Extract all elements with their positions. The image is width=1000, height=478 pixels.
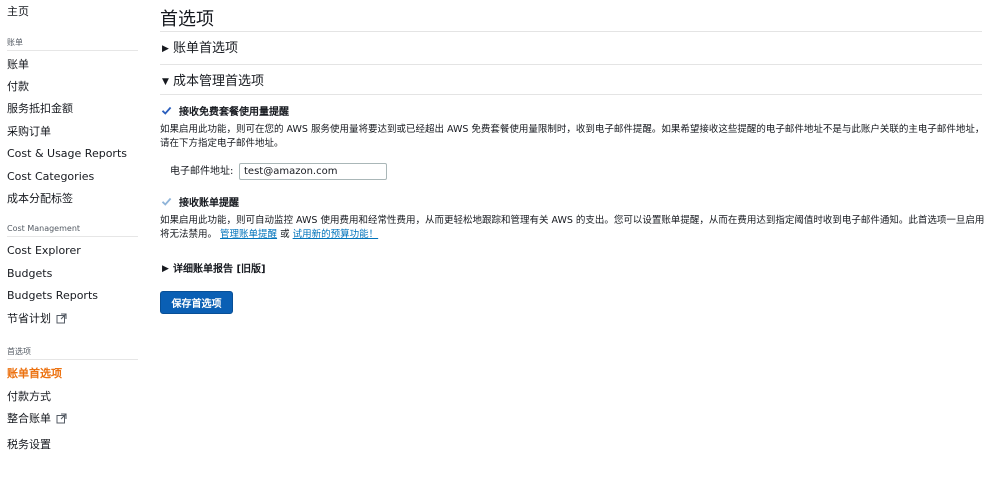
manage-billing-alerts-link[interactable]: 管理账单提醒 [220, 229, 277, 240]
sidebar-item-cost-explorer[interactable]: Cost Explorer [7, 244, 81, 258]
billing-alerts-row: 接收账单提醒 [161, 194, 239, 209]
sidebar-divider [7, 236, 138, 237]
try-budgets-link[interactable]: 试用新的预算功能！ [293, 229, 379, 240]
checkmark-icon [161, 197, 172, 206]
sidebar-section-cost-management: Cost Management [7, 224, 81, 233]
cost-management-preferences-toggle[interactable]: ▼ 成本管理首选项 [162, 74, 264, 90]
sidebar-item-purchase-orders[interactable]: 采购订单 [7, 125, 51, 139]
toggle-label: 账单首选项 [173, 41, 239, 56]
or-text: 或 [280, 229, 290, 240]
sidebar-item-payments[interactable]: 付款 [7, 80, 29, 94]
email-field-label: 电子邮件地址: [170, 166, 234, 177]
billing-alerts-checkbox[interactable] [161, 196, 172, 207]
sidebar-divider [7, 50, 138, 51]
sidebar-nav: 主页 账单 账单 付款 服务抵扣金额 采购订单 Cost & Usage Rep… [0, 0, 140, 478]
external-link-icon [56, 313, 67, 328]
caret-right-icon: ▶ [162, 264, 169, 274]
divider [160, 31, 982, 32]
sidebar-section-preferences: 首选项 [7, 347, 31, 356]
toggle-label: 详细账单报告 [旧版] [173, 264, 266, 275]
checkmark-icon [161, 106, 172, 115]
divider [160, 64, 982, 65]
sidebar-item-home[interactable]: 主页 [7, 5, 29, 19]
toggle-label: 成本管理首选项 [173, 74, 265, 89]
detailed-billing-reports-toggle[interactable]: ▶ 详细账单报告 [旧版] [162, 263, 266, 276]
billing-alerts-label: 接收账单提醒 [179, 197, 239, 209]
billing-alerts-description: 如果启用此功能，则可自动监控 AWS 使用费用和经常性费用，从而更轻松地跟踪和管… [160, 214, 985, 242]
page-title: 首选项 [160, 9, 214, 30]
sidebar-item-budgets-reports[interactable]: Budgets Reports [7, 289, 98, 303]
sidebar-item-label: 整合账单 [7, 412, 51, 425]
sidebar-item-credits[interactable]: 服务抵扣金额 [7, 102, 73, 116]
sidebar-item-cost-categories[interactable]: Cost Categories [7, 170, 94, 184]
sidebar-item-savings-plans[interactable]: 节省计划 [7, 312, 67, 328]
sidebar-item-budgets[interactable]: Budgets [7, 267, 52, 281]
sidebar-item-billing-preferences[interactable]: 账单首选项 [7, 367, 62, 381]
free-tier-alerts-label: 接收免费套餐使用量提醒 [179, 106, 289, 118]
caret-down-icon: ▼ [162, 77, 169, 87]
email-field[interactable] [239, 163, 387, 180]
sidebar-item-consolidated-billing[interactable]: 整合账单 [7, 412, 67, 428]
free-tier-alerts-row: 接收免费套餐使用量提醒 [161, 103, 289, 118]
free-tier-alerts-checkbox[interactable] [161, 105, 172, 116]
free-tier-alerts-description: 如果启用此功能，则可在您的 AWS 服务使用量将要达到或已经超出 AWS 免费套… [160, 124, 985, 149]
sidebar-item-tax-settings[interactable]: 税务设置 [7, 438, 51, 452]
app-root: 主页 账单 账单 付款 服务抵扣金额 采购订单 Cost & Usage Rep… [0, 0, 1000, 478]
save-preferences-button[interactable]: 保存首选项 [160, 291, 233, 314]
billing-preferences-toggle[interactable]: ▶ 账单首选项 [162, 41, 238, 57]
divider [160, 94, 982, 95]
sidebar-item-label: 节省计划 [7, 312, 51, 325]
sidebar-item-cost-allocation-tags[interactable]: 成本分配标签 [7, 192, 73, 206]
sidebar-divider [7, 359, 138, 360]
sidebar-section-billing: 账单 [7, 38, 23, 47]
sidebar-item-payment-methods[interactable]: 付款方式 [7, 390, 51, 404]
external-link-icon [56, 413, 67, 428]
sidebar-item-cost-usage-reports[interactable]: Cost & Usage Reports [7, 147, 127, 161]
sidebar-item-bills[interactable]: 账单 [7, 58, 29, 72]
caret-right-icon: ▶ [162, 44, 169, 54]
